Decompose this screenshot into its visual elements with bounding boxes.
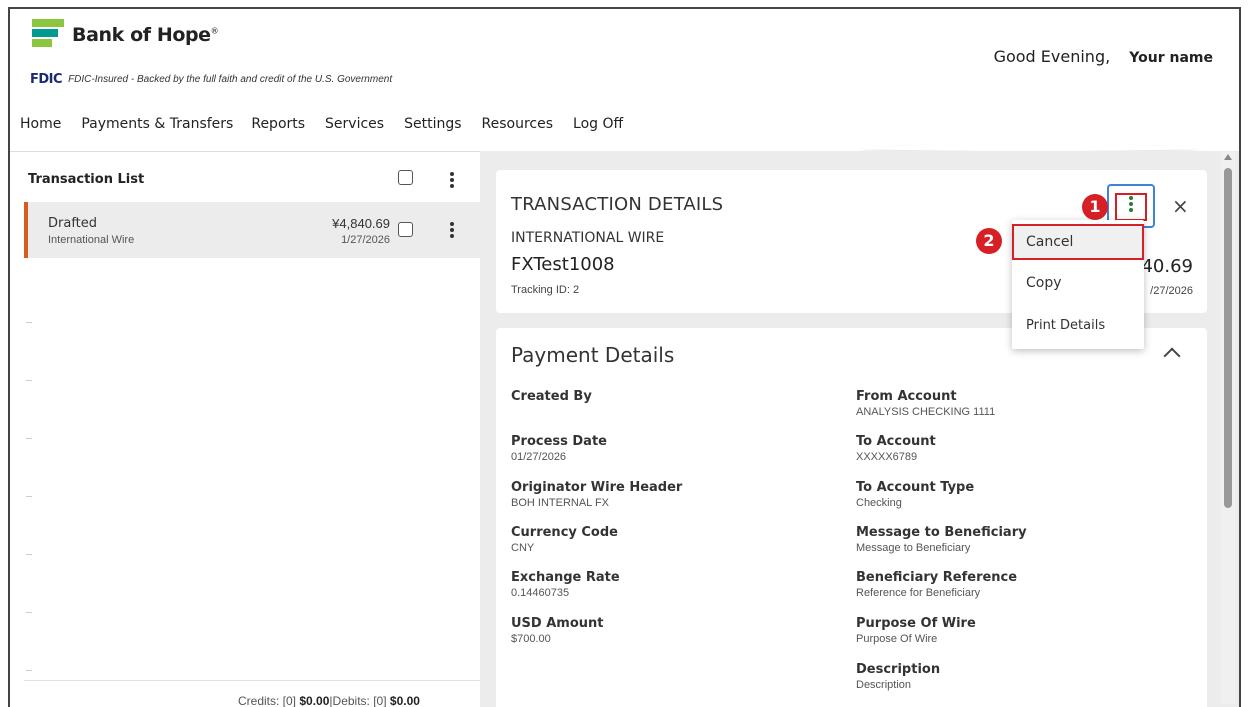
greeting: Good Evening, Your name <box>994 47 1213 66</box>
divider <box>26 612 32 613</box>
nav-reports[interactable]: Reports <box>251 116 305 132</box>
divider <box>26 554 32 555</box>
row-more-icon[interactable] <box>450 222 456 240</box>
field-to-account-type: To Account Type Checking <box>856 480 975 509</box>
transaction-type: INTERNATIONAL WIRE <box>511 230 665 246</box>
field-usd-amount: USD Amount $700.00 <box>511 616 604 645</box>
actions-menu: Cancel Copy Print Details <box>1012 220 1144 349</box>
scroll-up-icon[interactable] <box>1224 154 1232 160</box>
field-message-to-beneficiary: Message to Beneficiary Message to Benefi… <box>856 525 1027 554</box>
field-description: Description Description <box>856 662 941 691</box>
payment-details-title: Payment Details <box>511 343 675 367</box>
divider <box>26 496 32 497</box>
list-footer-divider <box>24 680 480 681</box>
header: Bank of Hope® FDIC FDIC-Insured - Backed… <box>10 9 1239 154</box>
transaction-name: FXTest1008 <box>511 254 615 275</box>
list-more-icon[interactable] <box>450 172 456 190</box>
scroll-thumb[interactable] <box>1224 168 1232 508</box>
transaction-amount: 40.69 <box>1141 256 1193 277</box>
field-originator-wire-header: Originator Wire Header BOH INTERNAL FX <box>511 480 683 509</box>
divider <box>26 670 32 671</box>
greeting-text: Good Evening, <box>993 47 1111 66</box>
user-name: Your name <box>1129 50 1213 66</box>
transaction-list-panel: Transaction List Drafted International W… <box>10 151 480 707</box>
field-beneficiary-reference: Beneficiary Reference Reference for Bene… <box>856 570 1018 599</box>
transaction-date: /27/2026 <box>1150 285 1193 297</box>
fdic-banner: FDIC FDIC-Insured - Backed by the full f… <box>30 72 392 87</box>
close-icon[interactable]: × <box>1172 194 1189 218</box>
main-nav: Home Payments & Transfers Reports Servic… <box>20 116 643 132</box>
row-status: Drafted <box>48 216 98 231</box>
divider <box>26 322 32 323</box>
menu-item-print-details[interactable]: Print Details <box>1012 308 1144 344</box>
field-exchange-rate: Exchange Rate 0.14460735 <box>511 570 620 599</box>
kebab-icon <box>1129 196 1133 214</box>
nav-payments-transfers[interactable]: Payments & Transfers <box>81 116 233 132</box>
nav-home[interactable]: Home <box>20 116 61 132</box>
menu-item-cancel[interactable]: Cancel <box>1012 224 1144 260</box>
select-all-checkbox[interactable] <box>398 170 413 185</box>
tracking-id: Tracking ID: 2 <box>511 284 580 296</box>
divider <box>26 380 32 381</box>
row-type: International Wire <box>48 234 135 246</box>
app-window: Bank of Hope® FDIC FDIC-Insured - Backed… <box>8 7 1241 707</box>
row-amount: ¥4,840.69 <box>332 216 390 231</box>
field-from-account: From Account ANALYSIS CHECKING 1111 <box>856 389 996 418</box>
field-purpose-of-wire: Purpose Of Wire Purpose Of Wire <box>856 616 976 645</box>
credits-debits-summary: Credits: [0] $0.00|Debits: [0] $0.00 <box>238 694 420 707</box>
transaction-list-title: Transaction List <box>28 172 145 187</box>
fdic-logo: FDIC <box>30 72 63 87</box>
nav-settings[interactable]: Settings <box>404 116 461 132</box>
transaction-row[interactable]: Drafted International Wire ¥4,840.69 1/2… <box>24 202 480 258</box>
scrollbar[interactable] <box>1221 152 1235 704</box>
row-checkbox[interactable] <box>398 222 413 237</box>
bank-logo-icon <box>32 19 64 51</box>
nav-services[interactable]: Services <box>325 116 384 132</box>
divider <box>26 438 32 439</box>
fdic-text: FDIC-Insured - Backed by the full faith … <box>68 74 393 85</box>
callout-badge-1: 1 <box>1082 194 1108 220</box>
row-date: 1/27/2026 <box>341 234 390 246</box>
callout-badge-2: 2 <box>976 228 1002 254</box>
nav-resources[interactable]: Resources <box>482 116 554 132</box>
field-process-date: Process Date 01/27/2026 <box>511 434 607 463</box>
chevron-up-icon[interactable] <box>1163 347 1181 365</box>
menu-item-copy[interactable]: Copy <box>1012 265 1144 301</box>
field-created-by: Created By <box>511 389 592 404</box>
payment-details-card: Payment Details Created By Process Date … <box>496 328 1207 707</box>
bank-logo[interactable]: Bank of Hope® <box>32 19 219 51</box>
nav-log-off[interactable]: Log Off <box>573 116 623 132</box>
field-to-account: To Account XXXXX6789 <box>856 434 936 463</box>
bank-name: Bank of Hope® <box>72 24 219 46</box>
field-currency-code: Currency Code CNY <box>511 525 618 554</box>
transaction-details-title: TRANSACTION DETAILS <box>511 194 724 215</box>
